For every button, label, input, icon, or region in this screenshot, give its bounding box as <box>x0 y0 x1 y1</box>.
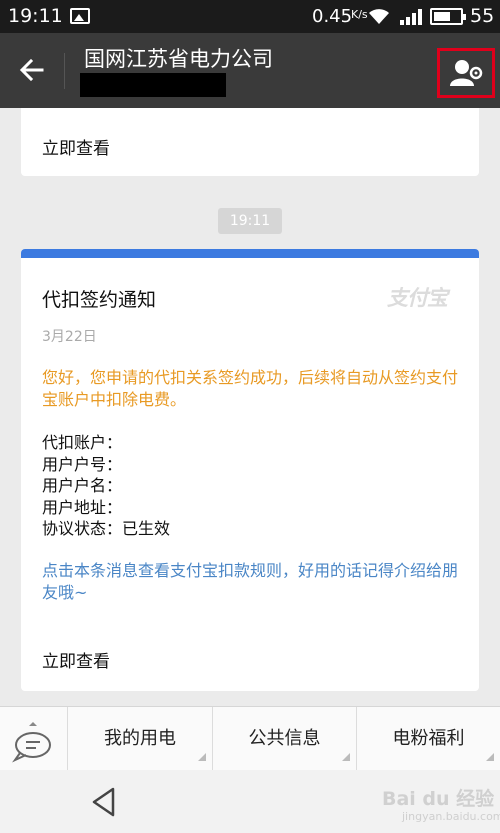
system-back-button[interactable] <box>86 784 122 820</box>
app-header: 国网江苏省电力公司 <box>0 33 500 108</box>
page-title: 国网江苏省电力公司 <box>84 47 273 71</box>
submenu-indicator-icon <box>198 753 206 761</box>
gallery-notification-icon <box>70 8 90 24</box>
baidu-jingyan-url: jingyan.baidu.com <box>402 810 500 823</box>
alipay-rules-link[interactable]: 点击本条消息查看支付宝扣款规则，好用的话记得介绍给朋友哦~ <box>42 560 462 604</box>
status-time: 19:11 <box>8 5 63 27</box>
card-accent-bar <box>21 249 479 258</box>
back-button[interactable] <box>15 53 49 87</box>
switch-to-keyboard-button[interactable] <box>0 707 67 771</box>
field-user-address: 用户地址： <box>42 497 123 517</box>
message-card-previous[interactable]: 立即查看 <box>21 108 479 176</box>
system-navigation-bar: Bai du 经验 jingyan.baidu.com <box>0 770 500 833</box>
triangle-back-icon <box>92 787 115 817</box>
official-account-menu: 我的用电 公共信息 电粉福利 <box>0 706 500 771</box>
network-speed: 0.45 <box>312 6 353 27</box>
submenu-indicator-icon <box>342 753 350 761</box>
view-now-link[interactable]: 立即查看 <box>42 134 110 159</box>
battery-level: 55 <box>470 5 495 27</box>
card-title: 代扣签约通知 <box>42 289 157 311</box>
menu-item-fan-benefits[interactable]: 电粉福利 <box>357 707 500 771</box>
menu-item-public-info[interactable]: 公共信息 <box>213 707 356 771</box>
field-user-name: 用户户名： <box>42 476 123 495</box>
view-now-link[interactable]: 立即查看 <box>42 647 110 672</box>
message-card-withholding-notice[interactable]: 代扣签约通知 支付宝 3月22日 您好，您申请的代扣关系签约成功，后续将自动从签… <box>21 249 479 691</box>
card-date: 3月22日 <box>42 329 97 345</box>
signal-icon <box>400 9 422 25</box>
field-agreement-status: 协议状态：已生效 <box>42 519 171 538</box>
baidu-jingyan-watermark: Bai du 经验 <box>382 788 495 810</box>
status-bar: 19:11 0.45 K/s 55 <box>0 0 500 33</box>
user-settings-icon <box>450 60 483 86</box>
field-user-number: 用户户号： <box>42 454 123 474</box>
wifi-icon <box>369 9 389 24</box>
arrow-left-icon <box>19 58 44 82</box>
submenu-indicator-icon <box>486 753 494 761</box>
menu-item-my-electricity[interactable]: 我的用电 <box>68 707 212 771</box>
alipay-logo: 支付宝 <box>387 286 448 310</box>
field-withholding-account: 代扣账户： <box>42 433 123 452</box>
chat-bubble-icon <box>12 722 51 763</box>
battery-icon <box>430 8 466 25</box>
official-account-profile-button[interactable] <box>437 48 495 98</box>
header-divider <box>64 53 65 89</box>
network-speed-unit: K/s <box>351 8 368 21</box>
card-notice: 您好，您申请的代扣关系签约成功，后续将自动从签约支付宝账户中扣除电费。 <box>42 368 459 409</box>
message-timestamp: 19:11 <box>218 208 282 234</box>
card-fields: 代扣账户： 用户户号： 用户户名： 用户地址： 协议状态：已生效 <box>42 432 170 540</box>
redacted-subtitle <box>80 73 226 97</box>
